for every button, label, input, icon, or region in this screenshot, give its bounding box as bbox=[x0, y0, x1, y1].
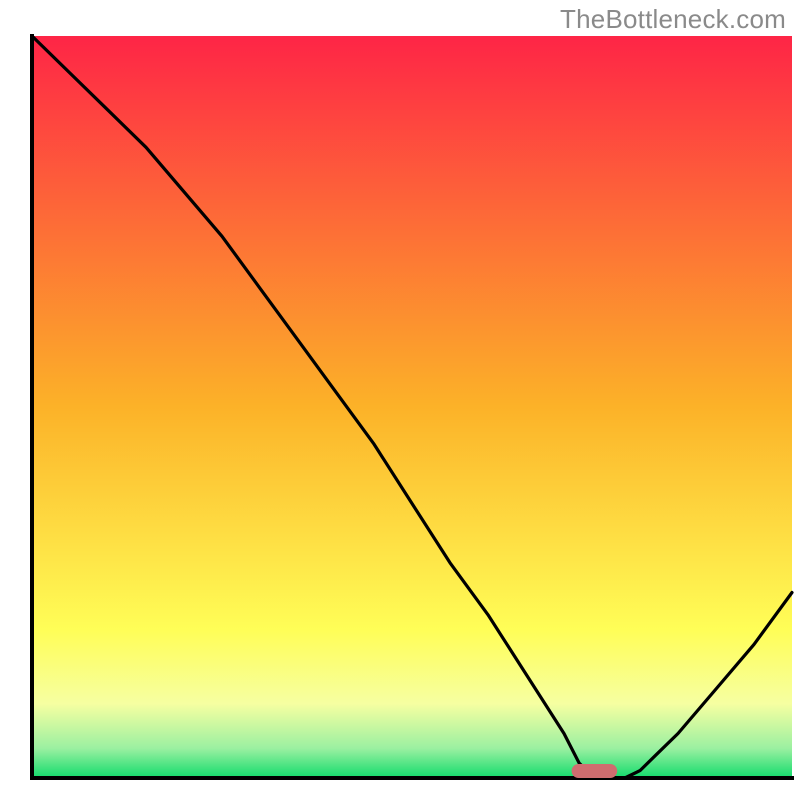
watermark-label: TheBottleneck.com bbox=[560, 4, 786, 35]
chart-frame: TheBottleneck.com bbox=[0, 0, 800, 800]
plot-area bbox=[30, 34, 794, 780]
optimal-marker bbox=[572, 764, 618, 778]
chart-canvas bbox=[0, 0, 800, 800]
